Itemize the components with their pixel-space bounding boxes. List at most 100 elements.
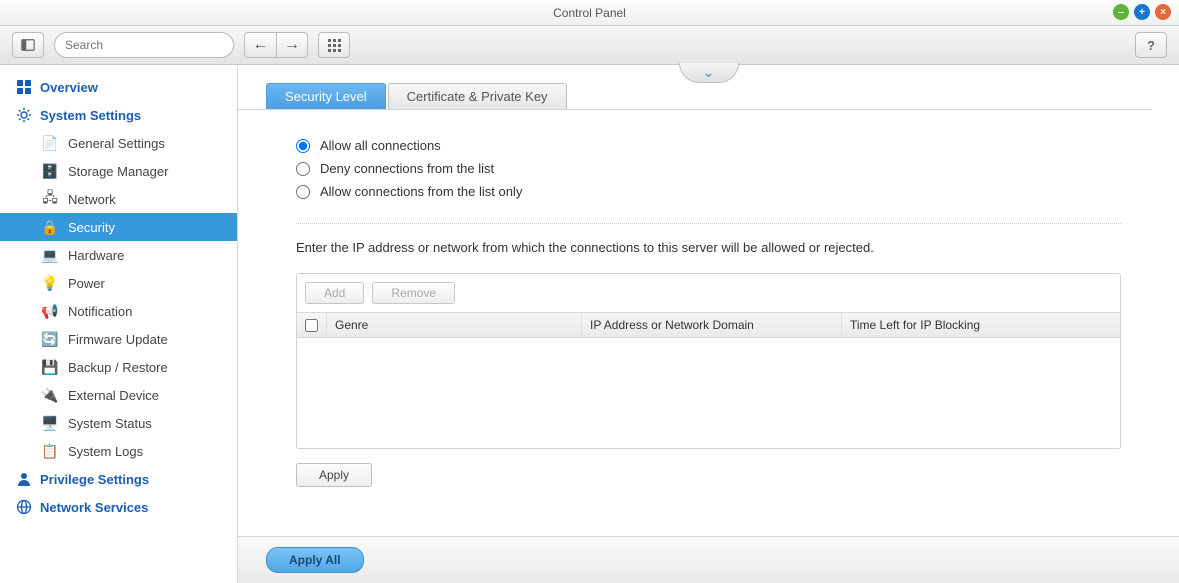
toolbar: ← → ? — [0, 26, 1179, 65]
table-header: Genre IP Address or Network Domain Time … — [297, 312, 1120, 338]
gear-icon — [16, 107, 32, 123]
radio-allow-list[interactable]: Allow connections from the list only — [296, 180, 1121, 203]
sidebar-item-storage-manager[interactable]: 🗄️ Storage Manager — [0, 157, 237, 185]
sidebar-item-label: Storage Manager — [68, 164, 168, 179]
sidebar-item-power[interactable]: 💡 Power — [0, 269, 237, 297]
apply-all-button[interactable]: Apply All — [266, 547, 364, 573]
arrow-left-icon: ← — [253, 36, 269, 54]
grid-icon — [328, 39, 341, 52]
main-layout: Overview System Settings 📄 General Setti… — [0, 65, 1179, 583]
help-button[interactable]: ? — [1135, 32, 1167, 58]
sidebar: Overview System Settings 📄 General Setti… — [0, 65, 238, 583]
arrow-right-icon: → — [284, 36, 300, 54]
chevron-down-icon: ⌄ — [703, 64, 715, 81]
minimize-button[interactable]: ‒ — [1113, 4, 1129, 20]
notification-icon: 📢 — [42, 303, 58, 319]
back-button[interactable]: ← — [244, 32, 276, 58]
content-area: ⌄ Security Level Certificate & Private K… — [238, 65, 1179, 583]
add-button[interactable]: Add — [305, 282, 364, 304]
sidebar-item-label: Hardware — [68, 248, 124, 263]
apps-button[interactable] — [318, 32, 350, 58]
column-checkbox[interactable] — [297, 313, 327, 337]
sidebar-section-overview[interactable]: Overview — [0, 73, 237, 101]
tab-certificate[interactable]: Certificate & Private Key — [388, 83, 567, 109]
sidebar-item-general-settings[interactable]: 📄 General Settings — [0, 129, 237, 157]
radio-label: Allow connections from the list only — [320, 184, 522, 199]
globe-icon — [16, 499, 32, 515]
sidebar-section-privilege-settings[interactable]: Privilege Settings — [0, 465, 237, 493]
sidebar-item-label: Backup / Restore — [68, 360, 168, 375]
close-button[interactable]: × — [1155, 4, 1171, 20]
sidebar-section-label: System Settings — [40, 108, 141, 123]
radio-allow-all[interactable]: Allow all connections — [296, 134, 1121, 157]
sidebar-item-label: General Settings — [68, 136, 165, 151]
sidebar-section-label: Privilege Settings — [40, 472, 149, 487]
nav-group: ← → — [244, 32, 308, 58]
forward-button[interactable]: → — [276, 32, 308, 58]
column-time[interactable]: Time Left for IP Blocking — [842, 313, 1120, 337]
table-body — [297, 338, 1120, 448]
sidebar-item-backup-restore[interactable]: 💾 Backup / Restore — [0, 353, 237, 381]
sidebar-item-label: Notification — [68, 304, 132, 319]
sidebar-item-label: System Logs — [68, 444, 143, 459]
apply-row: Apply — [296, 463, 1121, 487]
footer-bar: Apply All — [238, 536, 1179, 583]
radio-deny-list[interactable]: Deny connections from the list — [296, 157, 1121, 180]
ip-table: Add Remove Genre IP Address or Network D… — [296, 273, 1121, 449]
sidebar-item-label: Network — [68, 192, 116, 207]
remove-button[interactable]: Remove — [372, 282, 455, 304]
title-bar: Control Panel ‒ + × — [0, 0, 1179, 26]
panel-icon — [21, 38, 35, 52]
select-all-checkbox[interactable] — [305, 319, 318, 332]
sidebar-section-label: Network Services — [40, 500, 148, 515]
window-title: Control Panel — [553, 6, 626, 20]
sidebar-item-label: Power — [68, 276, 105, 291]
status-icon: 🖥️ — [42, 415, 58, 431]
radio-label: Allow all connections — [320, 138, 441, 153]
document-icon: 📄 — [42, 135, 58, 151]
tab-security-level[interactable]: Security Level — [266, 83, 386, 109]
separator — [296, 223, 1121, 224]
apply-button[interactable]: Apply — [296, 463, 372, 487]
sidebar-toggle-button[interactable] — [12, 32, 44, 58]
backup-icon: 💾 — [42, 359, 58, 375]
sidebar-item-firmware-update[interactable]: 🔄 Firmware Update — [0, 325, 237, 353]
sidebar-item-network[interactable]: 🖧 Network — [0, 185, 237, 213]
radio-label: Deny connections from the list — [320, 161, 494, 176]
panel: Allow all connections Deny connections f… — [238, 110, 1179, 536]
update-icon: 🔄 — [42, 331, 58, 347]
column-genre[interactable]: Genre — [327, 313, 582, 337]
radio-input-allow-list[interactable] — [296, 185, 310, 199]
sidebar-section-label: Overview — [40, 80, 98, 95]
lock-icon: 🔒 — [42, 219, 58, 235]
logs-icon: 📋 — [42, 443, 58, 459]
user-icon — [16, 471, 32, 487]
sidebar-item-system-status[interactable]: 🖥️ System Status — [0, 409, 237, 437]
sidebar-item-label: External Device — [68, 388, 159, 403]
table-toolbar: Add Remove — [297, 274, 1120, 312]
sidebar-item-notification[interactable]: 📢 Notification — [0, 297, 237, 325]
search-input[interactable] — [65, 38, 220, 52]
sidebar-item-external-device[interactable]: 🔌 External Device — [0, 381, 237, 409]
hardware-icon: 💻 — [42, 247, 58, 263]
power-icon: 💡 — [42, 275, 58, 291]
sidebar-item-security[interactable]: 🔒 Security — [0, 213, 237, 241]
radio-input-allow-all[interactable] — [296, 139, 310, 153]
window-controls: ‒ + × — [1113, 4, 1171, 20]
sidebar-section-network-services[interactable]: Network Services — [0, 493, 237, 521]
storage-icon: 🗄️ — [42, 163, 58, 179]
column-ip[interactable]: IP Address or Network Domain — [582, 313, 842, 337]
sidebar-item-hardware[interactable]: 💻 Hardware — [0, 241, 237, 269]
radio-group: Allow all connections Deny connections f… — [296, 134, 1121, 203]
tab-bar: Security Level Certificate & Private Key — [266, 83, 1179, 109]
search-box[interactable] — [54, 32, 234, 58]
sidebar-item-label: Firmware Update — [68, 332, 168, 347]
maximize-button[interactable]: + — [1134, 4, 1150, 20]
overview-icon — [16, 79, 32, 95]
radio-input-deny-list[interactable] — [296, 162, 310, 176]
sidebar-item-label: System Status — [68, 416, 152, 431]
expand-handle[interactable]: ⌄ — [679, 63, 739, 83]
network-icon: 🖧 — [42, 191, 58, 207]
sidebar-section-system-settings[interactable]: System Settings — [0, 101, 237, 129]
sidebar-item-system-logs[interactable]: 📋 System Logs — [0, 437, 237, 465]
